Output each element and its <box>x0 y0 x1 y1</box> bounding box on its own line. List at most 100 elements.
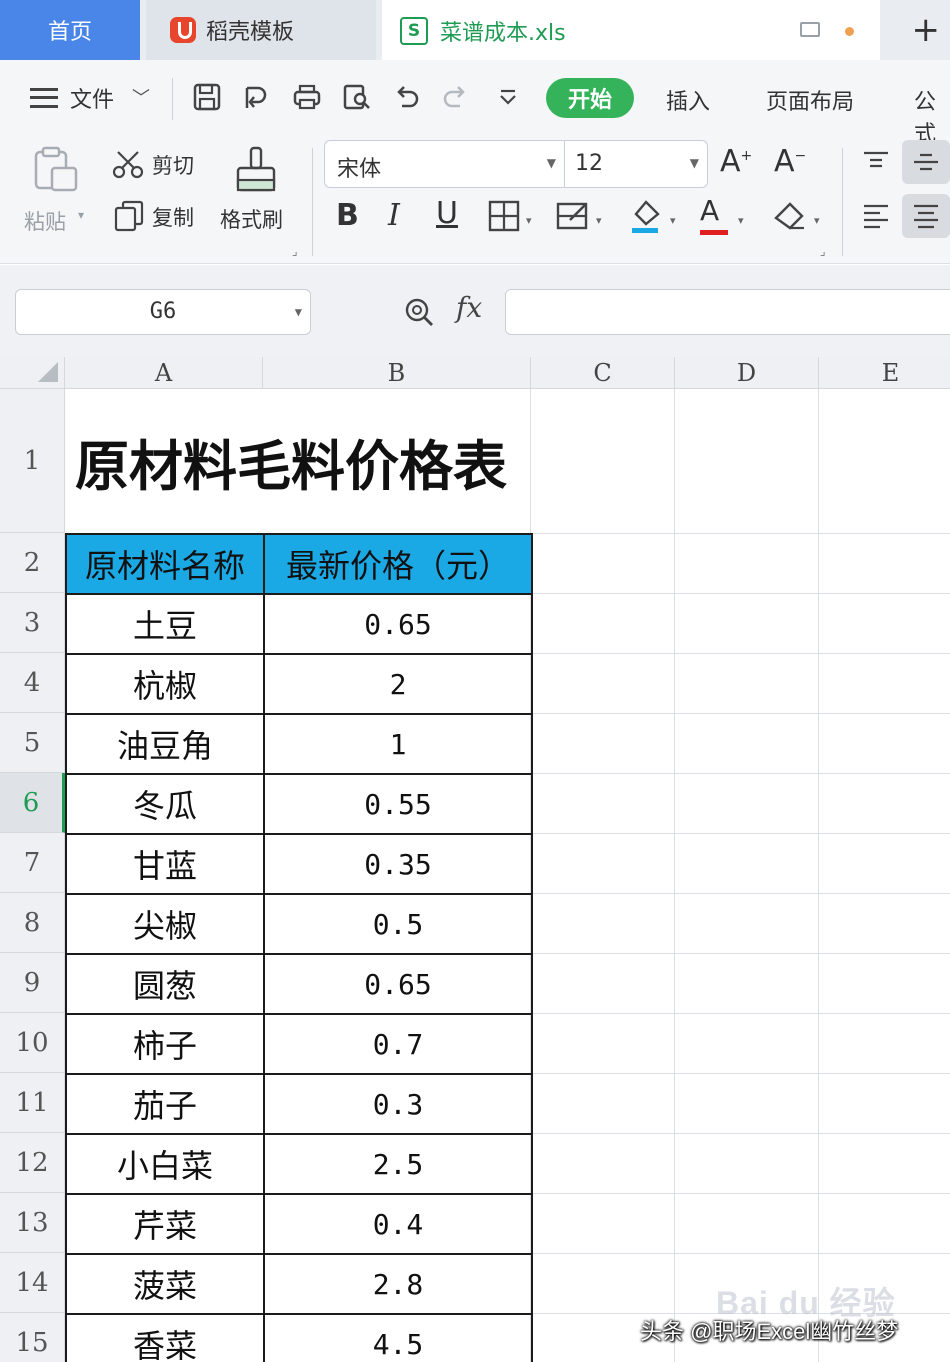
increase-font-size-icon[interactable]: A+ <box>720 144 752 179</box>
cell-style-dropdown-icon[interactable]: ▾ <box>596 214 602 227</box>
quick-access-more-icon[interactable] <box>494 82 524 112</box>
price-cell[interactable]: 0.65 <box>263 953 533 1015</box>
row-header[interactable]: 2 <box>0 533 65 593</box>
material-name-cell[interactable]: 油豆角 <box>65 713 265 775</box>
material-name-cell[interactable]: 杭椒 <box>65 653 265 715</box>
material-name-cell[interactable]: 尖椒 <box>65 893 265 955</box>
search-function-icon[interactable] <box>404 297 434 327</box>
underline-button[interactable]: U <box>436 196 458 231</box>
row-header[interactable]: 3 <box>0 593 65 653</box>
tab-docer-templates[interactable]: 稻壳模板 <box>146 0 376 60</box>
italic-button[interactable]: I <box>388 198 400 233</box>
material-name-cell[interactable]: 茄子 <box>65 1073 265 1135</box>
font-color-button[interactable]: A <box>700 194 730 236</box>
align-left-icon[interactable] <box>862 202 890 230</box>
row-header[interactable]: 5 <box>0 713 65 773</box>
print-icon[interactable] <box>292 82 322 112</box>
select-all-corner[interactable] <box>0 357 65 389</box>
paste-button[interactable]: 粘贴 <box>24 206 66 236</box>
row-header[interactable]: 7 <box>0 833 65 893</box>
paste-dropdown-icon[interactable]: ▾ <box>78 208 84 222</box>
row-header-active[interactable]: 6 <box>0 773 65 833</box>
price-cell[interactable]: 2 <box>263 653 533 715</box>
new-tab-button[interactable]: + <box>912 10 941 50</box>
font-color-dropdown-icon[interactable]: ▾ <box>738 214 744 227</box>
row-header[interactable]: 4 <box>0 653 65 713</box>
price-cell[interactable]: 2.8 <box>263 1253 533 1315</box>
material-name-cell[interactable]: 圆葱 <box>65 953 265 1015</box>
borders-icon[interactable] <box>488 200 520 232</box>
header-cell-material[interactable]: 原材料名称 <box>65 533 265 595</box>
font-expand-icon[interactable]: ⌟ <box>820 244 826 258</box>
borders-dropdown-icon[interactable]: ▾ <box>526 214 532 227</box>
cell-style-icon[interactable] <box>556 200 590 232</box>
tab-start[interactable]: 开始 <box>546 78 634 118</box>
fill-color-dropdown-icon[interactable]: ▾ <box>670 214 676 227</box>
column-header-b[interactable]: B <box>263 357 531 389</box>
file-menu[interactable]: 文件 <box>70 82 114 114</box>
material-name-cell[interactable]: 冬瓜 <box>65 773 265 835</box>
row-header[interactable]: 9 <box>0 953 65 1013</box>
price-cell[interactable]: 0.5 <box>263 893 533 955</box>
column-header-e[interactable]: E <box>819 357 950 389</box>
row-header[interactable]: 1 <box>0 389 65 533</box>
header-cell-price[interactable]: 最新价格（元） <box>263 533 533 595</box>
export-icon[interactable] <box>242 82 272 112</box>
decrease-font-size-icon[interactable]: A− <box>774 144 806 179</box>
print-preview-icon[interactable] <box>342 82 372 112</box>
undo-icon[interactable] <box>392 82 422 112</box>
format-painter-icon[interactable] <box>234 144 278 194</box>
tab-current-file[interactable]: S 菜谱成本.xls <box>382 0 880 62</box>
tab-insert[interactable]: 插入 <box>666 84 710 116</box>
tab-home[interactable]: 首页 <box>0 0 140 60</box>
align-middle-button[interactable] <box>902 140 950 184</box>
copy-button[interactable]: 复制 <box>152 202 194 232</box>
price-cell[interactable]: 0.3 <box>263 1073 533 1135</box>
align-center-button[interactable] <box>902 194 950 238</box>
material-name-cell[interactable]: 小白菜 <box>65 1133 265 1195</box>
row-header[interactable]: 14 <box>0 1253 65 1313</box>
chevron-down-icon[interactable]: ▼ <box>295 290 302 334</box>
format-painter-button[interactable]: 格式刷 <box>220 204 283 234</box>
column-header-d[interactable]: D <box>675 357 819 389</box>
material-name-cell[interactable]: 芹菜 <box>65 1193 265 1255</box>
material-name-cell[interactable]: 菠菜 <box>65 1253 265 1315</box>
chevron-down-icon[interactable]: ﹀ <box>132 84 150 110</box>
cut-button[interactable]: 剪切 <box>152 150 194 180</box>
clipboard-expand-icon[interactable]: ⌟ <box>292 244 298 258</box>
price-cell[interactable]: 0.55 <box>263 773 533 835</box>
material-name-cell[interactable]: 香菜 <box>65 1313 265 1362</box>
font-size-select[interactable]: 12 ▼ <box>564 140 708 188</box>
monitor-icon[interactable] <box>800 22 820 37</box>
formula-input[interactable] <box>505 289 950 335</box>
row-header[interactable]: 11 <box>0 1073 65 1133</box>
row-header[interactable]: 8 <box>0 893 65 953</box>
clear-dropdown-icon[interactable]: ▾ <box>814 214 820 227</box>
paste-icon[interactable] <box>30 146 80 194</box>
price-cell[interactable]: 2.5 <box>263 1133 533 1195</box>
material-name-cell[interactable]: 土豆 <box>65 593 265 655</box>
price-cell[interactable]: 0.35 <box>263 833 533 895</box>
row-header[interactable]: 15 <box>0 1313 65 1362</box>
material-name-cell[interactable]: 甘蓝 <box>65 833 265 895</box>
tab-page-layout[interactable]: 页面布局 <box>766 84 854 116</box>
column-header-a[interactable]: A <box>65 357 263 389</box>
price-cell[interactable]: 0.65 <box>263 593 533 655</box>
font-name-select[interactable]: 宋体 ▼ <box>324 140 564 188</box>
row-header[interactable]: 12 <box>0 1133 65 1193</box>
save-icon[interactable] <box>192 82 222 112</box>
align-top-icon[interactable] <box>862 150 890 174</box>
bold-button[interactable]: B <box>336 198 359 233</box>
redo-icon[interactable] <box>440 82 470 112</box>
price-cell[interactable]: 0.7 <box>263 1013 533 1075</box>
column-header-c[interactable]: C <box>531 357 675 389</box>
name-box[interactable]: G6 ▼ <box>15 289 311 335</box>
price-cell[interactable]: 4.5 <box>263 1313 533 1362</box>
row-header[interactable]: 10 <box>0 1013 65 1073</box>
price-cell[interactable]: 0.4 <box>263 1193 533 1255</box>
fill-color-icon[interactable] <box>628 196 664 234</box>
sheet-title-cell[interactable]: 原材料毛料价格表 <box>65 389 531 533</box>
eraser-icon[interactable] <box>772 198 808 232</box>
material-name-cell[interactable]: 柿子 <box>65 1013 265 1075</box>
row-header[interactable]: 13 <box>0 1193 65 1253</box>
